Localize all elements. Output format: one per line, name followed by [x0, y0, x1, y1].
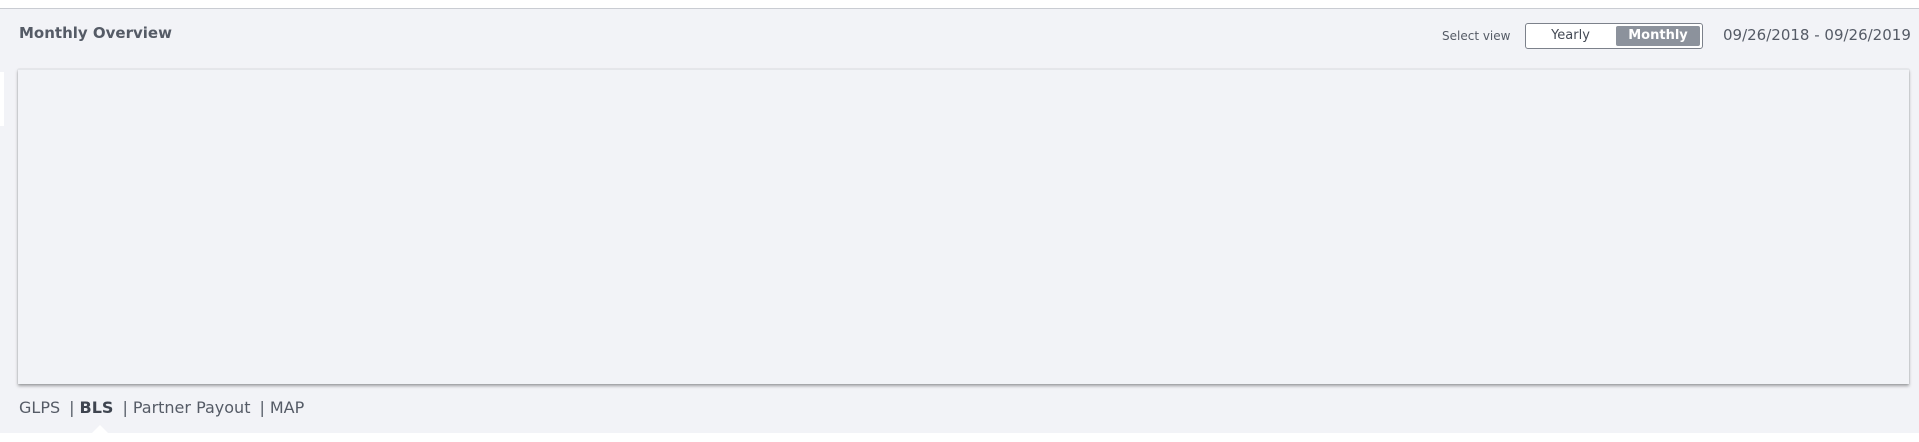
chart-area	[18, 69, 1909, 384]
tab-separator: |	[122, 398, 128, 417]
tab-content-strip	[0, 433, 1919, 442]
tab-separator: |	[69, 398, 75, 417]
tab-glps[interactable]: GLPS	[19, 398, 60, 417]
tab-map[interactable]: MAP	[270, 398, 304, 417]
view-option-monthly[interactable]: Monthly	[1616, 26, 1700, 46]
data-source-tabs: GLPS | BLS | Partner Payout | MAP	[19, 398, 304, 417]
view-toggle: Yearly Monthly	[1525, 23, 1703, 49]
active-tab-caret-icon	[92, 425, 108, 433]
left-edge-gap	[0, 72, 4, 126]
tab-separator: |	[259, 398, 265, 417]
tab-partner-payout[interactable]: Partner Payout	[133, 398, 251, 417]
select-view-label: Select view	[1442, 29, 1511, 43]
tab-bls[interactable]: BLS	[80, 398, 114, 417]
view-option-yearly[interactable]: Yearly	[1529, 26, 1612, 46]
date-range[interactable]: 09/26/2018 - 09/26/2019	[1723, 26, 1911, 44]
page-title: Monthly Overview	[19, 24, 172, 42]
